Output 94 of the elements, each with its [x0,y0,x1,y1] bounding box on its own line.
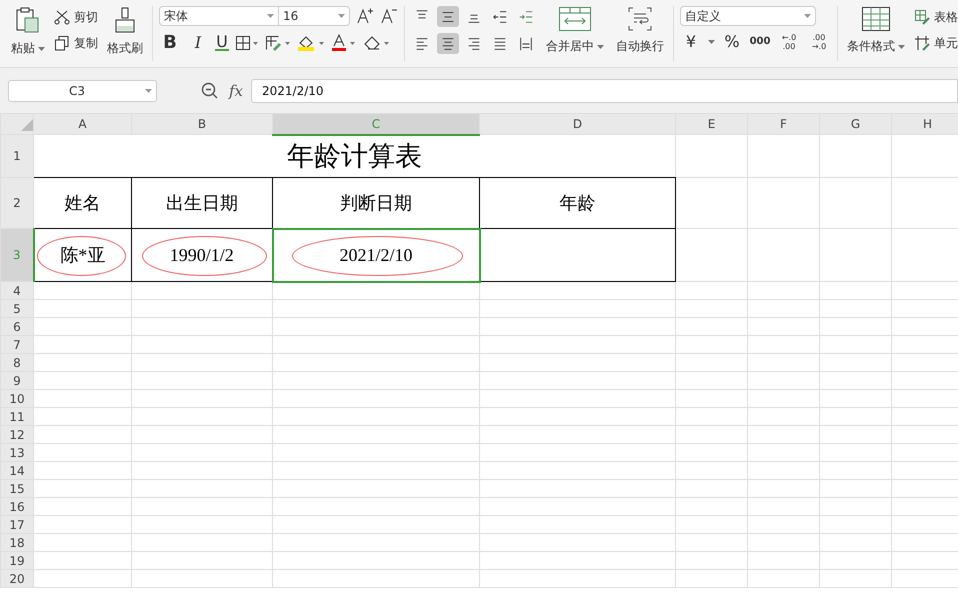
row-header[interactable]: 14 [0,462,34,480]
cell-brush-icon [914,35,930,51]
grid-icon [861,6,891,32]
increase-font-icon[interactable] [356,7,374,25]
row-header[interactable]: 2 [0,178,34,228]
table-cell[interactable]: 陈*亚 [34,228,132,282]
align-button[interactable] [437,6,459,27]
row-header[interactable]: 1 [0,134,34,178]
row-header[interactable]: 10 [0,390,34,408]
column-header[interactable]: F [748,114,820,134]
wrap-text-button[interactable]: 自动换行 [613,4,667,57]
align-outdent-icon [492,8,508,24]
cell-value: 陈*亚 [60,244,106,267]
row-header[interactable]: 11 [0,408,34,426]
column-header[interactable]: D [480,114,676,134]
row-header[interactable]: 9 [0,372,34,390]
eraser-icon[interactable] [363,34,391,50]
row-header[interactable]: 19 [0,552,34,570]
cut-button[interactable]: 剪切 [54,8,98,26]
caret-icon [145,88,152,92]
column-header[interactable]: E [676,114,748,134]
header-cell: 出生日期 [166,193,238,213]
table-cell[interactable] [480,228,676,282]
font-color-icon[interactable] [331,34,357,52]
row-header[interactable]: 8 [0,354,34,372]
caret-icon [267,14,274,18]
cell-value: 2021/2/10 [339,244,412,266]
header-cell: 年龄 [560,193,596,213]
percent-button[interactable]: % [721,32,743,51]
column-header[interactable]: G [820,114,892,134]
increase-decimal-button[interactable]: ←.0 .00 [777,32,801,50]
align-left-icon [414,36,430,52]
row-header[interactable]: 17 [0,516,34,534]
underline-button[interactable]: U [215,34,229,51]
wrap-text-icon [627,6,653,32]
font-size-dropdown[interactable]: 16 [278,6,350,26]
row-header[interactable]: 4 [0,282,34,300]
currency-button[interactable]: ¥ [680,32,702,51]
conditional-format-button[interactable]: 条件格式 [844,4,908,57]
merge-cells-icon [558,6,592,32]
align-distributed-icon [518,36,534,52]
thousands-button[interactable]: 000 [749,36,771,47]
caret-icon [338,14,345,18]
number-format-dropdown[interactable]: 自定义 [680,6,816,26]
caret-icon [38,46,45,50]
row-header[interactable]: 16 [0,498,34,516]
scissors-icon [54,9,70,25]
header-cell: 姓名 [64,193,100,213]
row-header[interactable]: 6 [0,318,34,336]
font-name-dropdown[interactable]: 宋体 [159,6,279,26]
paintbrush-icon [114,6,136,34]
caret-icon [804,14,811,18]
cell-value: 1990/1/2 [170,244,234,266]
clipboard-icon [15,6,41,34]
column-header[interactable]: H [892,114,958,134]
format-painter-button[interactable]: 格式刷 [104,4,146,59]
table-brush-icon [914,9,930,25]
align-indent-icon [518,8,534,24]
caret-icon [597,44,604,48]
row-header[interactable]: 7 [0,336,34,354]
borders-icon[interactable] [235,34,259,50]
fill-color-icon[interactable] [297,34,325,52]
decrease-font-icon[interactable] [380,7,398,25]
copy-button[interactable]: 复制 [54,34,98,52]
copy-icon [54,35,70,51]
column-header[interactable]: A [34,114,132,134]
active-cell[interactable]: 2021/2/10 [272,228,480,282]
paste-button[interactable]: 粘贴 [8,4,48,59]
row-header[interactable]: 5 [0,300,34,318]
header-cell: 判断日期 [340,192,412,213]
align-justify-icon [492,36,508,52]
align-button[interactable] [437,33,459,54]
bold-button[interactable]: B [159,32,181,53]
row-header[interactable]: 15 [0,480,34,498]
align-right-icon [466,36,482,52]
formula-input[interactable]: 2021/2/10 [251,78,958,102]
caret-icon [708,40,715,44]
italic-button[interactable]: I [187,33,209,52]
column-header[interactable]: B [132,114,272,134]
row-header[interactable]: 13 [0,444,34,462]
cell-style-button[interactable]: 单元 [914,34,958,52]
decrease-decimal-button[interactable]: .00 →.0 [807,32,831,50]
cell-format-icon[interactable] [265,34,291,50]
row-header[interactable]: 12 [0,426,34,444]
function-label[interactable]: fx [229,82,244,100]
caret-icon [898,44,905,48]
name-box[interactable]: C3 [8,80,157,102]
row-header[interactable]: 20 [0,570,34,588]
zoom-icon[interactable] [201,82,219,100]
sheet-title: 年龄计算表 [287,141,422,172]
merge-center-button[interactable]: 合并居中 [543,4,607,57]
row-header[interactable]: 18 [0,534,34,552]
table-style-button[interactable]: 表格 [914,8,958,26]
align-center-icon [440,36,456,52]
